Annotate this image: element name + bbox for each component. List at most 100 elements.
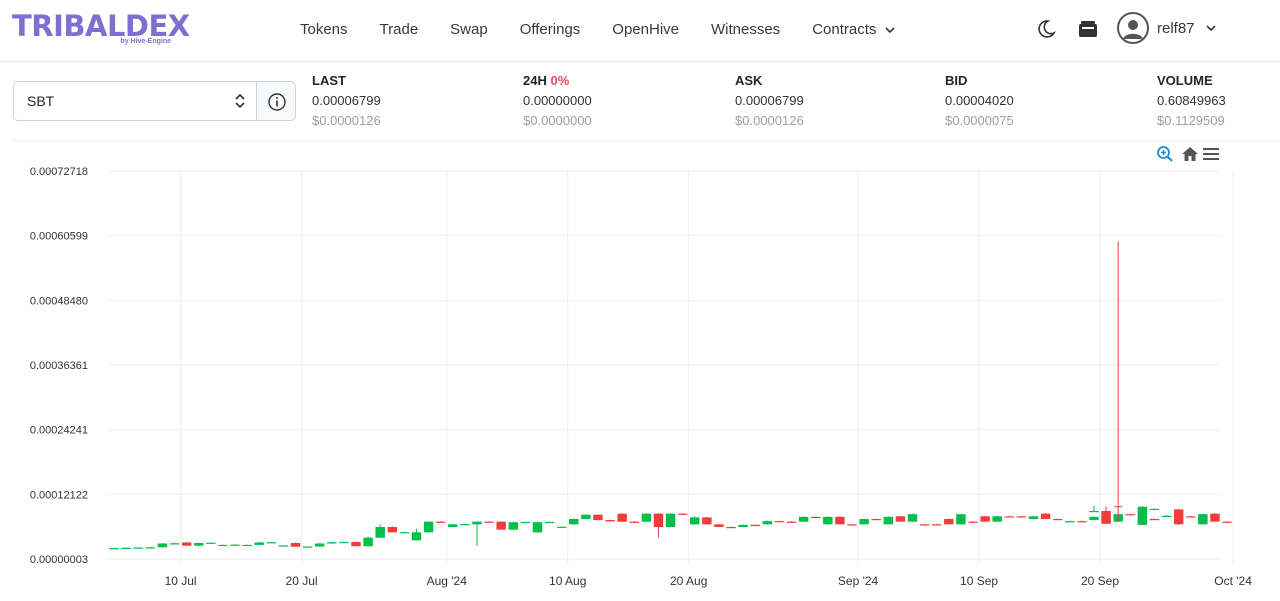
candle-body: [1040, 513, 1051, 519]
candle-body: [956, 514, 966, 525]
candle-body: [823, 516, 833, 525]
token-select-value: SBT: [27, 93, 55, 109]
y-tick-label: 0.00048480: [30, 295, 88, 307]
stat-last-usd: $0.0000126: [312, 113, 381, 128]
candle-body: [181, 542, 192, 546]
stat-volume-label: VOLUME: [1157, 73, 1213, 88]
candle-body: [593, 514, 603, 521]
nav-openhive[interactable]: OpenHive: [612, 18, 679, 42]
y-tick-label: 0.00012122: [30, 489, 88, 501]
x-tick-label: 20 Jul: [286, 574, 318, 588]
y-tick-label: 0.00072718: [30, 166, 88, 178]
nav-tokens[interactable]: Tokens: [300, 18, 348, 42]
candle-body: [230, 544, 240, 546]
stat-24h-usd: $0.0000000: [523, 113, 592, 128]
candle-body: [714, 524, 724, 528]
candle-body: [1004, 516, 1015, 518]
candle-body: [835, 516, 845, 525]
candle-body: [1149, 508, 1160, 511]
candle-body: [811, 516, 821, 519]
chevron-down-icon: [885, 27, 895, 34]
nav-contracts-label: Contracts: [812, 21, 877, 38]
candle-body: [871, 518, 881, 521]
x-tick-label: 10 Jul: [165, 574, 197, 588]
token-select[interactable]: SBT: [13, 81, 257, 121]
candle-body: [1173, 509, 1184, 525]
stat-24h-label-row: 24H 0%: [523, 73, 592, 89]
candle-body: [726, 527, 736, 529]
nav-swap-label: Swap: [450, 21, 488, 38]
candle-body: [1089, 516, 1099, 521]
candle-body: [629, 521, 639, 523]
tribaldex-logo[interactable]: TRIBALDEX by Hive-Engine: [12, 10, 190, 50]
x-tick-label: 10 Aug: [549, 574, 586, 588]
candle-body: [218, 544, 228, 547]
y-tick-label: 0.00024241: [30, 425, 88, 437]
candle-body: [254, 542, 264, 545]
candle-body: [980, 516, 990, 522]
main-nav: Tokens Trade Swap Offerings OpenHive Wit…: [300, 18, 928, 42]
candlestick-chart[interactable]: 0.00000003 0.00012122 0.00024241 0.00036361…: [13, 141, 1280, 601]
x-tick-label: 20 Aug: [670, 574, 707, 588]
nav-contracts-dropdown[interactable]: Contracts: [812, 18, 896, 42]
candle-body: [1016, 516, 1027, 518]
stat-24h-value: 0.00000000: [523, 93, 592, 108]
candle-body: [931, 524, 942, 526]
candle-body: [423, 521, 434, 533]
candle-body: [484, 521, 494, 523]
wallet-icon[interactable]: [1077, 18, 1099, 40]
candle-body: [762, 521, 773, 525]
moon-icon[interactable]: [1035, 18, 1057, 40]
stat-volume-usd: $0.1129509: [1157, 113, 1225, 128]
nav-offerings-label: Offerings: [519, 21, 581, 38]
stat-bid-usd: $0.0000075: [945, 113, 1014, 128]
candle-body: [496, 521, 506, 530]
candle-body: [750, 524, 760, 527]
candle-body: [448, 524, 458, 528]
nav-tokens-label: Tokens: [300, 21, 348, 38]
candle-body: [1065, 521, 1075, 523]
top-navbar: TRIBALDEX by Hive-Engine Tokens Trade Sw…: [0, 0, 1280, 62]
nav-witnesses[interactable]: Witnesses: [711, 18, 780, 42]
chevron-down-icon: [1205, 25, 1216, 32]
candle-body: [327, 542, 337, 544]
candle-body: [798, 516, 809, 522]
stat-ask-usd: $0.0000126: [735, 113, 804, 128]
candle-body: [1186, 516, 1196, 518]
x-tick-label: Oct '24: [1214, 574, 1252, 588]
candle-body: [532, 522, 543, 533]
candle-body: [581, 514, 591, 519]
token-info-button[interactable]: [256, 81, 296, 121]
candle-body: [786, 521, 797, 523]
y-tick-label: 0.00060599: [30, 231, 88, 243]
candle-body: [968, 521, 978, 523]
avatar: [1117, 12, 1149, 44]
candle-body: [278, 545, 289, 547]
candle-body: [1222, 521, 1232, 523]
candle-body: [1101, 516, 1111, 524]
nav-swap[interactable]: Swap: [450, 18, 488, 42]
nav-offerings[interactable]: Offerings: [520, 18, 581, 42]
nav-trade[interactable]: Trade: [380, 18, 419, 42]
nav-witnesses-label: Witnesses: [711, 21, 781, 38]
user-menu[interactable]: relf87: [1117, 12, 1217, 44]
x-tick-label: 10 Sep: [960, 574, 998, 588]
candle-body: [169, 543, 180, 545]
candle-body: [363, 537, 373, 547]
candle-body: [847, 524, 857, 526]
stat-24h-label: 24H: [523, 73, 547, 88]
candle-body: [387, 527, 398, 533]
candle-body: [266, 542, 277, 544]
candle-body: [157, 543, 168, 548]
candle-body: [520, 521, 531, 524]
candle-body: [919, 524, 930, 526]
candle-body: [944, 518, 954, 525]
candle-body: [508, 522, 518, 530]
candle-body: [339, 541, 349, 544]
candle-body: [556, 526, 567, 528]
y-tick-label: 0.00036361: [30, 360, 88, 372]
candle-body: [702, 517, 712, 525]
candle-body: [992, 516, 1002, 522]
candle-body: [738, 524, 748, 528]
candle-body: [653, 513, 664, 528]
